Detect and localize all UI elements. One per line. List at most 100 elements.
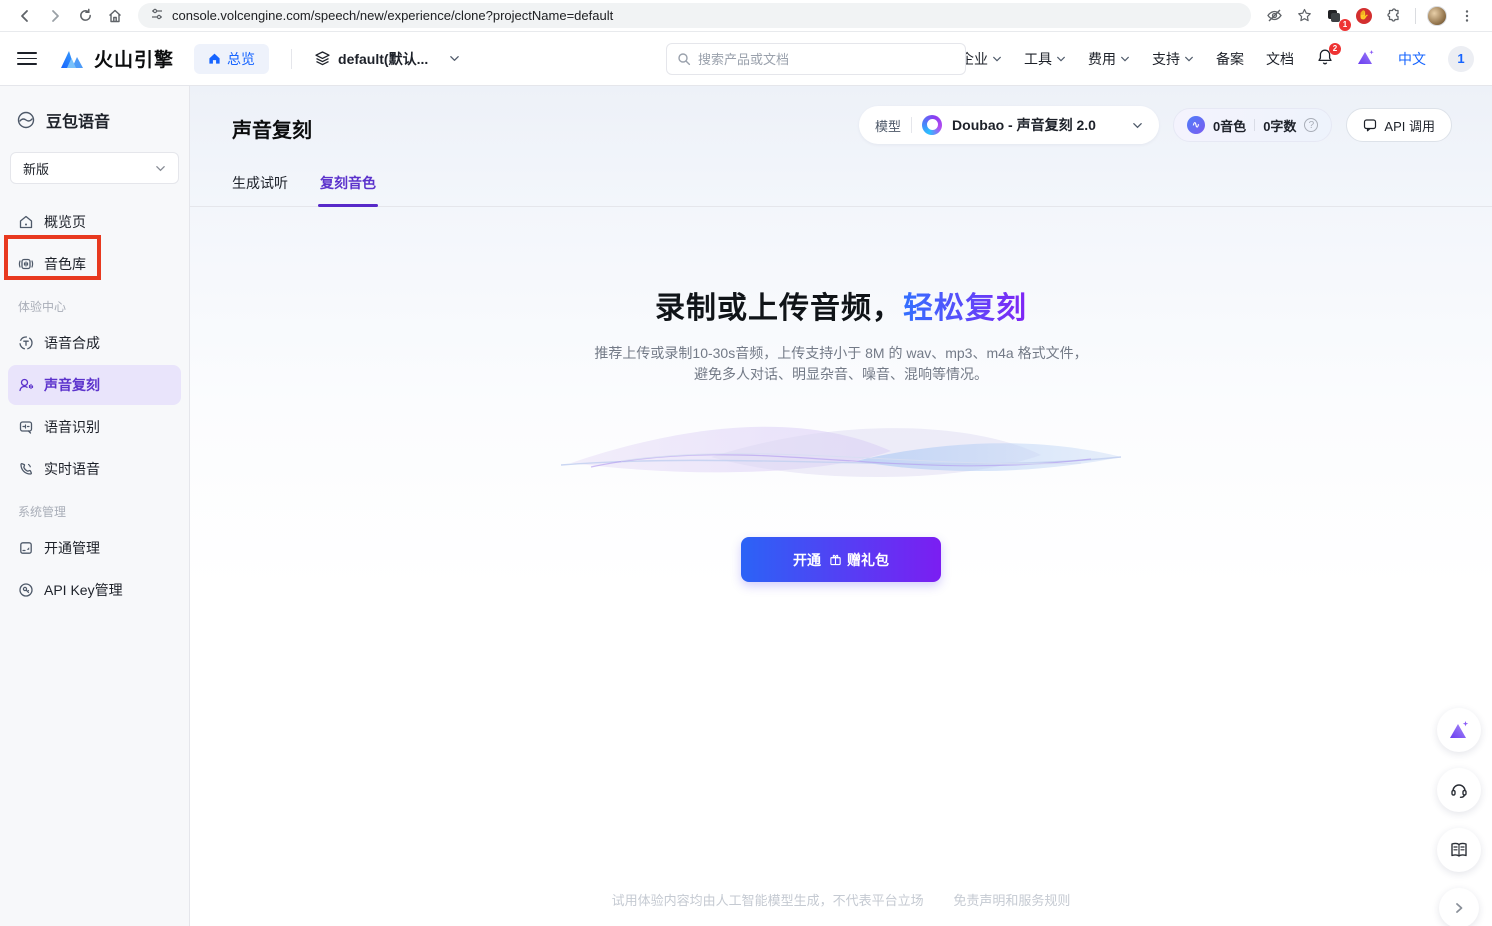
- page-footer: 试用体验内容均由人工智能模型生成，不代表平台立场 免责声明和服务规则: [190, 890, 1492, 909]
- back-icon[interactable]: [12, 3, 38, 29]
- sidebar-item-voice-clone[interactable]: 声音复刻: [8, 365, 181, 405]
- nav-menu-enterprise[interactable]: 企业: [960, 49, 1002, 69]
- open-book-icon: [1449, 840, 1469, 860]
- speech-recognition-icon: [18, 419, 34, 435]
- model-label: 模型: [875, 116, 901, 135]
- home-icon[interactable]: [102, 3, 128, 29]
- ai-assistant-float-button[interactable]: [1437, 708, 1481, 752]
- layers-icon: [314, 50, 331, 67]
- model-selector[interactable]: 模型 Doubao - 声音复刻 2.0: [859, 106, 1159, 144]
- api-chat-icon: [1363, 118, 1377, 132]
- project-selector[interactable]: default(默认...: [314, 49, 460, 69]
- api-key-icon: [18, 582, 34, 598]
- chevron-down-icon: [1056, 54, 1066, 64]
- sidebar-section-experience: 体验中心: [8, 286, 181, 321]
- volcengine-mountain-icon: [60, 47, 87, 71]
- extension-icon-blocker[interactable]: ✋: [1351, 3, 1377, 29]
- tab-generate-audition[interactable]: 生成试听: [232, 173, 288, 206]
- chrome-menu-icon[interactable]: [1454, 3, 1480, 29]
- forward-icon[interactable]: [42, 3, 68, 29]
- sidebar-item-overview[interactable]: 概览页: [8, 202, 181, 242]
- activation-management-icon: [18, 540, 34, 556]
- realtime-voice-icon: [18, 461, 34, 477]
- gift-icon: [829, 553, 842, 566]
- global-search[interactable]: [666, 43, 966, 75]
- sidebar-item-api-key[interactable]: API Key管理: [8, 570, 181, 610]
- sidebar-item-asr[interactable]: 语音识别: [8, 407, 181, 447]
- wave-graphic: [190, 411, 1492, 503]
- doubao-logo-icon: [922, 115, 942, 135]
- docs-float-button[interactable]: [1437, 828, 1481, 872]
- tab-clone-voice[interactable]: 复刻音色: [320, 173, 376, 206]
- brand-name: 火山引擎: [94, 45, 174, 72]
- nav-menu-tools[interactable]: 工具: [1024, 49, 1066, 69]
- voice-quota: 0音色: [1213, 116, 1246, 135]
- chevron-down-icon: [1132, 120, 1143, 131]
- overview-nav-pill[interactable]: 总览: [194, 44, 269, 74]
- hero-title: 录制或上传音频，轻松复刻: [190, 283, 1492, 327]
- chevron-down-icon: [449, 53, 460, 64]
- console-topbar: 火山引擎 总览 default(默认... 企业 工具 费用 支持 备案 文: [0, 32, 1492, 86]
- eye-off-icon[interactable]: [1261, 3, 1287, 29]
- site-settings-icon[interactable]: [150, 7, 164, 24]
- nav-menu-icon[interactable]: [12, 44, 42, 74]
- extension-icon-notes[interactable]: 1: [1321, 3, 1347, 29]
- chrome-divider: [1415, 8, 1416, 24]
- hero-title-plain: 录制或上传音频，: [655, 292, 903, 325]
- footer-terms-link[interactable]: 免责声明和服务规则: [953, 893, 1070, 908]
- quota-wave-icon: ∿: [1187, 116, 1205, 134]
- product-name: 豆包语音: [46, 108, 110, 132]
- divider: [911, 117, 912, 133]
- nav-menu-docs[interactable]: 文档: [1266, 49, 1294, 69]
- activate-label: 开通: [793, 550, 821, 570]
- voice-library-icon: [18, 256, 34, 272]
- chevron-down-icon: [1120, 54, 1130, 64]
- sidebar-item-realtime-voice[interactable]: 实时语音: [8, 449, 181, 489]
- nav-menu-icp[interactable]: 备案: [1216, 49, 1244, 69]
- model-value: Doubao - 声音复刻 2.0: [952, 115, 1096, 135]
- voice-clone-icon: [18, 377, 34, 393]
- doubao-voice-icon: [16, 110, 36, 130]
- model-toolbar: 模型 Doubao - 声音复刻 2.0 ∿ 0音色 0字数 ? API 调用: [859, 106, 1452, 144]
- help-icon[interactable]: ?: [1304, 118, 1318, 132]
- nav-menu-support[interactable]: 支持: [1152, 49, 1194, 69]
- sidebar-item-tts[interactable]: 语音合成: [8, 323, 181, 363]
- hero-desc-line2: 避免多人对话、明显杂音、噪音、混响等情况。: [190, 364, 1492, 385]
- notifications-button[interactable]: 2: [1316, 48, 1334, 69]
- divider: [1254, 119, 1255, 131]
- sidebar-item-activation[interactable]: 开通管理: [8, 528, 181, 568]
- nav-divider: [291, 49, 292, 69]
- footer-disclaimer: 试用体验内容均由人工智能模型生成，不代表平台立场: [612, 893, 924, 908]
- nav-menu-billing[interactable]: 费用: [1088, 49, 1130, 69]
- extensions-puzzle-icon[interactable]: [1381, 3, 1407, 29]
- chevron-right-icon: [1453, 902, 1465, 914]
- profile-avatar[interactable]: [1424, 3, 1450, 29]
- project-name: default(默认...: [338, 49, 428, 69]
- usage-quota-pill[interactable]: ∿ 0音色 0字数 ?: [1173, 108, 1332, 142]
- chevron-down-icon: [155, 163, 166, 174]
- hero-title-accent: 轻松复刻: [903, 292, 1027, 325]
- collapse-float-button[interactable]: [1439, 888, 1479, 926]
- support-float-button[interactable]: [1437, 768, 1481, 812]
- account-avatar[interactable]: 1: [1448, 46, 1474, 72]
- gift-label: 赠礼包: [847, 550, 889, 570]
- ai-mountain-icon: [1447, 719, 1471, 741]
- product-header: 豆包语音: [8, 100, 181, 148]
- ai-assistant-icon[interactable]: [1356, 48, 1376, 69]
- home-icon: [208, 52, 221, 65]
- activate-button[interactable]: 开通 赠礼包: [741, 537, 941, 582]
- sidebar-item-voice-library[interactable]: 音色库: [8, 244, 181, 284]
- language-switch[interactable]: 中文: [1398, 49, 1426, 69]
- version-selector[interactable]: 新版: [10, 152, 179, 184]
- volcengine-logo[interactable]: 火山引擎: [60, 45, 174, 72]
- overview-label: 总览: [227, 49, 255, 69]
- main-content: 声音复刻 模型 Doubao - 声音复刻 2.0 ∿ 0音色 0字数 ? AP…: [190, 86, 1492, 926]
- search-icon: [677, 52, 691, 66]
- search-input[interactable]: [698, 52, 938, 67]
- reload-icon[interactable]: [72, 3, 98, 29]
- api-call-button[interactable]: API 调用: [1346, 108, 1452, 142]
- hero-desc-line1: 推荐上传或录制10-30s音频，上传支持小于 8M 的 wav、mp3、m4a …: [190, 343, 1492, 364]
- bookmark-star-icon[interactable]: [1291, 3, 1317, 29]
- chevron-down-icon: [1184, 54, 1194, 64]
- address-bar[interactable]: console.volcengine.com/speech/new/experi…: [138, 3, 1251, 28]
